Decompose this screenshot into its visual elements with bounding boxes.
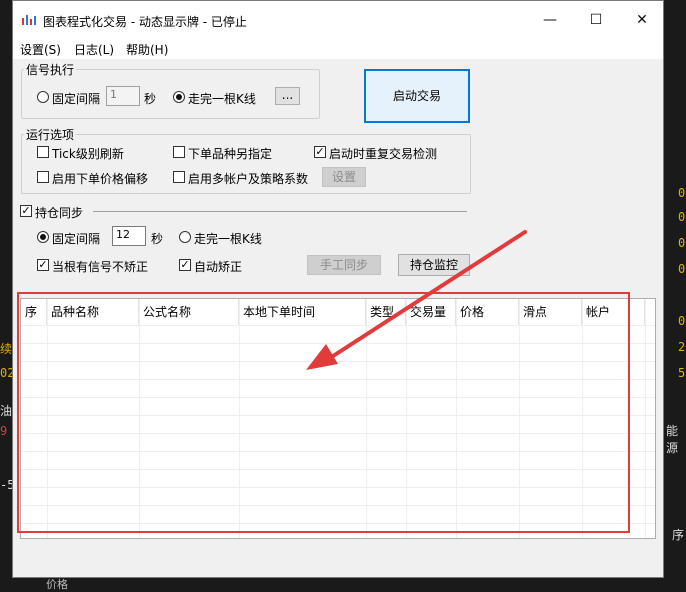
- annotation-arrow-icon: [306, 230, 527, 370]
